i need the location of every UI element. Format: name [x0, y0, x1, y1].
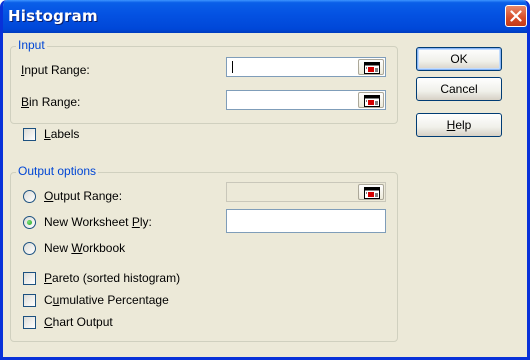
chart-output-checkbox[interactable] — [23, 316, 36, 329]
output-range-label[interactable]: Output Range: — [44, 189, 122, 203]
cumulative-percentage-checkbox[interactable] — [23, 294, 36, 307]
text-caret — [232, 61, 233, 73]
range-select-icon — [364, 62, 380, 74]
bin-range-label: Bin Range: — [21, 95, 81, 109]
input-range-input[interactable] — [227, 58, 363, 76]
new-workbook-radio[interactable] — [23, 242, 36, 255]
new-worksheet-ply-field[interactable] — [226, 209, 386, 233]
input-group-title: Input — [16, 38, 47, 52]
new-worksheet-ply-input[interactable] — [227, 210, 385, 232]
new-worksheet-ply-radio[interactable] — [23, 216, 36, 229]
new-workbook-label[interactable]: New Workbook — [44, 241, 125, 255]
range-select-icon — [364, 95, 380, 107]
bin-range-input[interactable] — [227, 91, 363, 109]
pareto-label[interactable]: Pareto (sorted histogram) — [44, 271, 180, 285]
bin-range-field[interactable] — [226, 90, 386, 110]
pareto-checkbox[interactable] — [23, 272, 36, 285]
new-worksheet-ply-label[interactable]: New Worksheet Ply: — [44, 215, 152, 229]
input-range-field[interactable] — [226, 57, 386, 77]
chart-output-label[interactable]: Chart Output — [44, 315, 113, 329]
cumulative-percentage-label[interactable]: Cumulative Percentage — [44, 293, 169, 307]
range-select-icon — [364, 187, 380, 199]
input-range-label: Input Range: — [21, 63, 90, 77]
help-button[interactable]: Help — [416, 113, 502, 137]
output-options-group-title: Output options — [16, 164, 99, 178]
title-bar[interactable]: Histogram — [3, 0, 527, 33]
close-icon — [510, 10, 522, 22]
histogram-dialog: Histogram Input Input Range: Bin Range: … — [0, 0, 530, 360]
bin-range-collapse-button[interactable] — [358, 92, 384, 108]
output-range-input[interactable] — [227, 183, 363, 201]
close-button[interactable] — [505, 5, 527, 27]
labels-checkbox[interactable] — [23, 128, 36, 141]
cancel-button[interactable]: Cancel — [416, 77, 502, 101]
output-range-collapse-button[interactable] — [358, 184, 384, 200]
labels-checkbox-label[interactable]: Labels — [44, 127, 79, 141]
ok-button[interactable]: OK — [416, 47, 502, 71]
input-range-collapse-button[interactable] — [358, 59, 384, 75]
dialog-title: Histogram — [8, 7, 98, 25]
dialog-body: Input Input Range: Bin Range: Labels Out… — [3, 30, 527, 357]
output-range-field[interactable] — [226, 182, 386, 202]
output-range-radio[interactable] — [23, 190, 36, 203]
